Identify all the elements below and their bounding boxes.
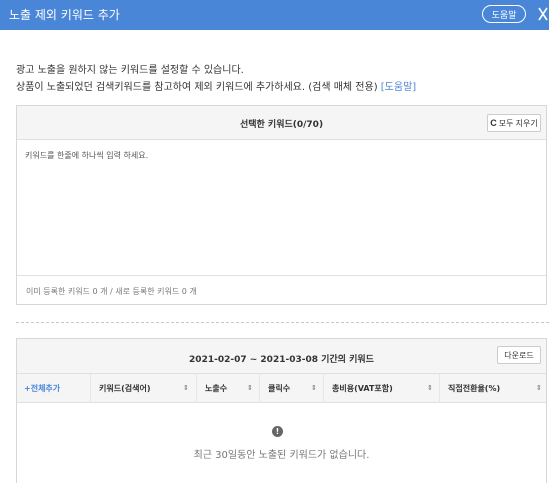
add-all-button[interactable]: +전체추가 — [17, 374, 90, 403]
header-bar: 노출 제외 키워드 추가 도움말 — [0, 0, 549, 30]
clear-all-button[interactable]: C 모두 지우기 — [487, 114, 541, 132]
description-line-1: 광고 노출을 원하지 않는 키워드를 설정할 수 있습니다. — [16, 65, 244, 76]
help-button[interactable]: 도움말 — [482, 5, 526, 23]
column-clicks[interactable]: 클릭수 ⇕ — [259, 374, 323, 403]
help-link[interactable]: [도움말] — [381, 82, 416, 93]
dialog-title: 노출 제외 키워드 추가 — [9, 8, 120, 22]
exclamation-icon: ! — [272, 426, 283, 437]
refresh-icon: C — [490, 118, 497, 128]
column-impressions[interactable]: 노출수 ⇕ — [196, 374, 259, 403]
sort-icon[interactable]: ⇕ — [536, 384, 542, 392]
sort-icon[interactable]: ⇕ — [311, 384, 317, 392]
download-button[interactable]: 다운로드 — [497, 346, 541, 364]
column-keyword[interactable]: 키워드(검색어) ⇕ — [90, 374, 196, 403]
description-text: 상품이 노출되었던 검색키워드를 참고하여 제외 키워드에 추가하세요. (검색… — [16, 82, 378, 93]
column-keyword-label: 키워드(검색어) — [99, 384, 151, 393]
period-title: 2021-02-07 ~ 2021-03-08 기간의 키워드 — [189, 355, 374, 365]
table-header-row: +전체추가 키워드(검색어) ⇕ 노출수 ⇕ 클릭수 ⇕ 총비용(VAT포함) … — [17, 373, 546, 403]
keyword-count-text: 이미 등록한 키워드 0 개 / 새로 등록한 키워드 0 개 — [26, 287, 197, 296]
keyword-list-panel: 2021-02-07 ~ 2021-03-08 기간의 키워드 다운로드 +전체… — [16, 338, 547, 483]
column-impressions-label: 노출수 — [205, 384, 228, 393]
sort-icon[interactable]: ⇕ — [427, 384, 433, 392]
dashed-divider — [16, 322, 549, 323]
column-conversion[interactable]: 직접전환율(%) ⇕ — [439, 374, 548, 403]
selected-keyword-title: 선택한 키워드(0/70) — [239, 120, 324, 130]
clear-all-label: 모두 지우기 — [498, 118, 538, 128]
sort-icon[interactable]: ⇕ — [247, 384, 253, 392]
column-cost-label: 총비용(VAT포함) — [332, 384, 393, 393]
keyword-list-header: 2021-02-07 ~ 2021-03-08 기간의 키워드 다운로드 — [17, 339, 546, 373]
description-line-2: 상품이 노출되었던 검색키워드를 참고하여 제외 키워드에 추가하세요. (검색… — [16, 78, 416, 93]
sort-icon[interactable]: ⇕ — [183, 384, 189, 392]
column-conversion-label: 직접전환율(%) — [448, 384, 501, 393]
empty-state-text: 최근 30일동안 노출된 키워드가 없습니다. — [193, 450, 370, 461]
column-cost[interactable]: 총비용(VAT포함) ⇕ — [323, 374, 439, 403]
column-clicks-label: 클릭수 — [268, 384, 291, 393]
selected-keyword-panel: 선택한 키워드(0/70) C 모두 지우기 이미 등록한 키워드 0 개 / … — [16, 105, 547, 305]
close-icon[interactable] — [537, 4, 549, 24]
selected-keyword-header: 선택한 키워드(0/70) C 모두 지우기 — [17, 106, 546, 140]
keyword-input[interactable] — [17, 141, 546, 276]
